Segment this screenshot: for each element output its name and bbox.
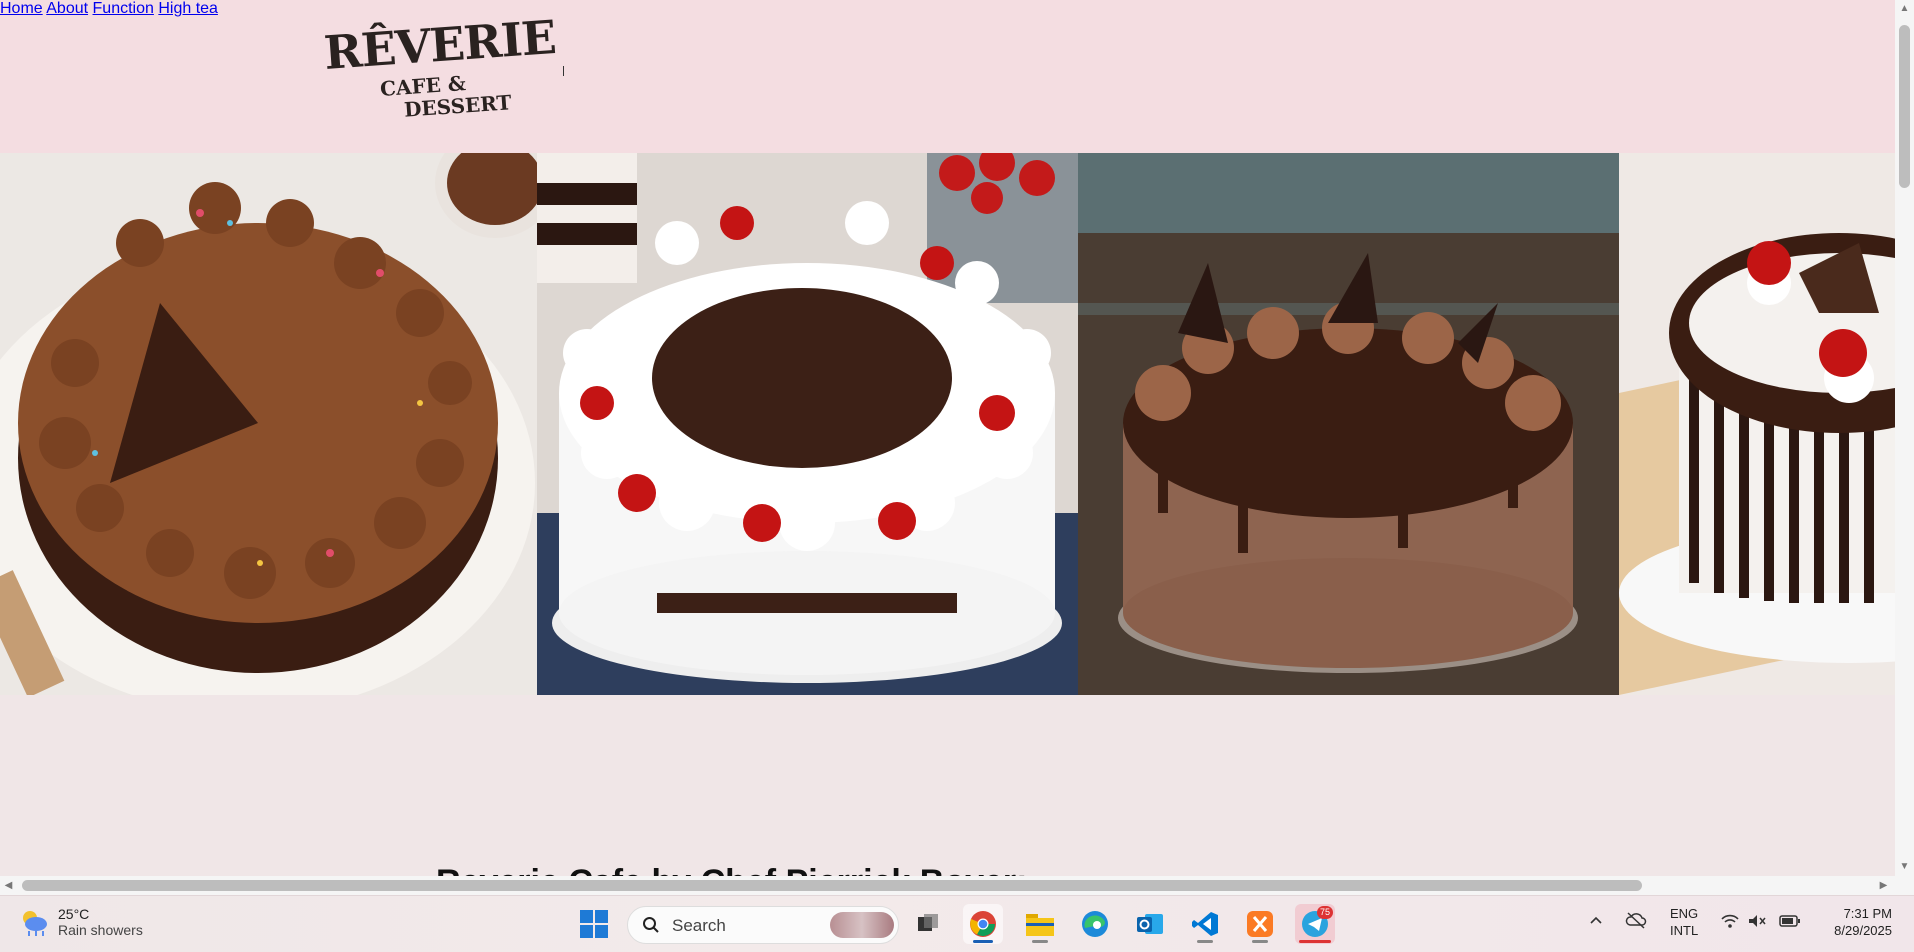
section-heading: Reverie Cafe by Chef Pierrick Boyer: <box>436 863 1027 876</box>
notification-badge: 75 <box>1316 906 1333 919</box>
weather-condition: Rain showers <box>58 922 143 938</box>
nav-about[interactable]: About <box>46 0 88 17</box>
windows-icon <box>580 910 608 938</box>
web-page: RÊVERIE CAFE & DESSERT Home About Functi… <box>0 0 1895 876</box>
nav-high-tea[interactable]: High tea <box>158 0 218 17</box>
scroll-right-icon[interactable]: ▶ <box>1878 879 1889 892</box>
rain-cloud-icon <box>23 911 47 936</box>
weather-widget[interactable]: 25°C Rain showers <box>18 906 143 938</box>
battery-icon <box>1779 915 1800 927</box>
taskbar-chrome[interactable] <box>963 904 1003 944</box>
nav-home[interactable]: Home <box>0 0 43 17</box>
clock[interactable]: 7:31 PM 8/29/2025 <box>1822 905 1892 939</box>
onedrive-status[interactable] <box>1625 911 1647 932</box>
cake-image-black-forest[interactable] <box>537 153 1078 695</box>
language-indicator[interactable]: ENG INTL <box>1670 905 1698 939</box>
scrollbar-corner <box>1895 876 1914 895</box>
taskbar-vscode[interactable] <box>1185 904 1225 944</box>
cake-gallery <box>0 153 1895 695</box>
volume-status[interactable] <box>1747 913 1767 932</box>
taskbar-telegram[interactable]: 75 <box>1295 904 1335 944</box>
wifi-icon <box>1721 914 1739 928</box>
cake-image-chocolate-frosted[interactable] <box>0 153 537 695</box>
weather-temperature: 25°C <box>58 906 90 922</box>
windows-taskbar: 25°C Rain showers Search 75 ENG INTL 7:3… <box>0 895 1914 952</box>
start-button[interactable] <box>574 904 614 944</box>
edge-icon <box>1082 911 1108 937</box>
folder-icon <box>1026 914 1054 936</box>
taskbar-search[interactable]: Search <box>627 906 899 944</box>
cake-image-cherry-chocolate[interactable] <box>1619 153 1895 695</box>
vertical-scroll-thumb[interactable] <box>1899 25 1910 188</box>
search-icon <box>643 917 659 933</box>
taskbar-task-view[interactable] <box>908 904 948 944</box>
clock-date: 8/29/2025 <box>1834 923 1892 938</box>
speaker-muted-icon <box>1749 915 1766 927</box>
network-status[interactable] <box>1720 913 1740 932</box>
text-cursor <box>563 66 564 76</box>
chrome-icon <box>970 911 996 937</box>
nav-function[interactable]: Function <box>93 0 154 17</box>
scroll-up-icon[interactable]: ▲ <box>1899 3 1910 14</box>
xampp-icon <box>1247 911 1273 937</box>
outlook-icon <box>1137 914 1163 934</box>
reverie-logo[interactable]: RÊVERIE CAFE & DESSERT <box>322 10 557 122</box>
site-header: RÊVERIE CAFE & DESSERT Home About Functi… <box>0 0 1895 153</box>
taskbar-xampp[interactable] <box>1240 904 1280 944</box>
show-hidden-icons[interactable] <box>1588 912 1604 931</box>
horizontal-scrollbar[interactable]: ◀ ▶ <box>0 876 1895 895</box>
search-highlight-image <box>830 912 894 938</box>
task-view-icon <box>918 914 938 931</box>
taskbar-edge[interactable] <box>1075 904 1115 944</box>
vertical-scrollbar[interactable]: ▲ ▼ <box>1895 0 1914 876</box>
vscode-icon <box>1192 912 1218 936</box>
main-nav: Home About Function High tea <box>0 0 1895 18</box>
chevron-up-icon <box>1590 916 1602 924</box>
scroll-left-icon[interactable]: ◀ <box>3 879 14 892</box>
cloud-offline-icon <box>1625 912 1647 929</box>
cake-image-chocolate-drip[interactable] <box>1078 153 1619 695</box>
horizontal-scroll-thumb[interactable] <box>22 880 1642 891</box>
clock-time: 7:31 PM <box>1843 906 1892 921</box>
taskbar-outlook[interactable] <box>1130 904 1170 944</box>
scroll-down-icon[interactable]: ▼ <box>1899 861 1910 872</box>
search-label: Search <box>672 916 726 935</box>
taskbar-file-explorer[interactable] <box>1020 904 1060 944</box>
battery-status[interactable] <box>1779 914 1801 931</box>
